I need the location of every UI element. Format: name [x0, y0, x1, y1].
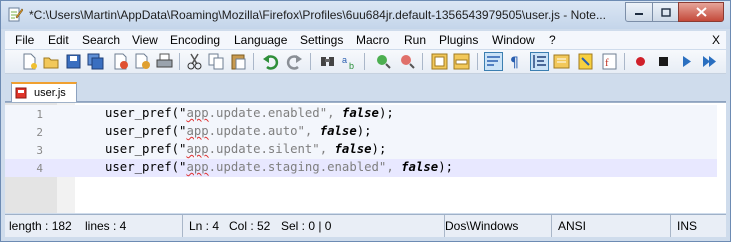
menu-settings[interactable]: Settings: [300, 33, 343, 47]
menu-search[interactable]: Search: [82, 33, 120, 47]
menu-window[interactable]: Window: [492, 33, 535, 47]
print-icon[interactable]: [156, 53, 173, 70]
menu-edit[interactable]: Edit: [48, 33, 69, 47]
current-code-line: 4 user_pref("app.update.staging.enabled"…: [5, 159, 717, 177]
play-macro-icon[interactable]: [678, 53, 695, 70]
code-text: user_pref("app.update.silent", false);: [105, 142, 387, 156]
status-doc-info: length : 182 lines : 4: [5, 215, 183, 237]
status-col: Col : 52: [229, 219, 271, 233]
status-sel: Sel : 0 | 0: [281, 219, 332, 233]
toolbar-separator: [364, 53, 365, 70]
status-encoding[interactable]: ANSI: [552, 215, 671, 237]
toolbar-separator: [422, 53, 423, 70]
copy-icon[interactable]: [208, 53, 225, 70]
menu-bar: File Edit Search View Encoding Language …: [5, 31, 726, 49]
window-controls: [625, 2, 724, 22]
status-lines: lines : 4: [85, 219, 127, 233]
tab-user-js[interactable]: user.js: [11, 82, 77, 103]
code-line: 1 user_pref("app.update.enabled", false)…: [5, 105, 717, 123]
notepad-plus-plus-window: *C:\Users\Martin\AppData\Roaming\Mozilla…: [0, 0, 731, 242]
toolbar-separator: [179, 53, 180, 70]
menu-help[interactable]: ?: [549, 33, 556, 47]
status-eol-format: Dos\Windows: [445, 219, 519, 233]
svg-text:¶: ¶: [510, 55, 519, 70]
word-wrap-icon[interactable]: [484, 52, 503, 71]
zoom-in-icon[interactable]: [375, 53, 392, 70]
cut-icon[interactable]: [186, 53, 203, 70]
window-title: *C:\Users\Martin\AppData\Roaming\Mozilla…: [29, 8, 606, 22]
code-text: user_pref("app.update.enabled", false);: [105, 106, 394, 120]
menu-run[interactable]: Run: [404, 33, 426, 47]
line-number: 4: [36, 162, 43, 175]
close-all-icon[interactable]: [134, 53, 151, 70]
function-list-icon[interactable]: f: [601, 53, 618, 70]
menu-language[interactable]: Language: [234, 33, 287, 47]
toolbar-separator: [624, 53, 625, 70]
toolbar-separator: [477, 53, 478, 70]
status-insert-mode: INS: [677, 219, 698, 233]
save-all-icon[interactable]: [87, 53, 104, 70]
sync-vertical-icon[interactable]: [431, 53, 448, 70]
menu-view[interactable]: View: [132, 33, 158, 47]
undo-icon[interactable]: [262, 53, 279, 70]
tab-strip: user.js: [5, 77, 726, 103]
status-encoding-label: ANSI: [558, 219, 587, 233]
paste-icon[interactable]: [230, 53, 247, 70]
close-window-button[interactable]: [678, 2, 724, 22]
show-all-characters-icon[interactable]: ¶: [507, 53, 524, 70]
status-ln: Ln : 4: [189, 219, 220, 233]
close-file-icon[interactable]: [112, 53, 129, 70]
document-map-icon[interactable]: [577, 53, 594, 70]
status-eol[interactable]: Dos\Windows: [445, 215, 552, 237]
code-line: 2 user_pref("app.update.auto", false);: [5, 123, 717, 141]
code-line: 3 user_pref("app.update.silent", false);: [5, 141, 717, 159]
status-length: length : 182: [9, 219, 72, 233]
minimize-button[interactable]: [625, 2, 653, 22]
redo-icon[interactable]: [286, 53, 303, 70]
svg-text:a: a: [342, 55, 347, 65]
close-icon: [695, 7, 707, 17]
menu-encoding[interactable]: Encoding: [170, 33, 220, 47]
replace-icon[interactable]: ab: [341, 53, 358, 70]
open-file-icon[interactable]: [43, 53, 60, 70]
toolbar: ab ¶ f: [5, 50, 726, 74]
line-number: 3: [36, 144, 43, 157]
new-file-icon[interactable]: [21, 53, 38, 70]
zoom-out-icon[interactable]: [399, 53, 416, 70]
title-bar[interactable]: *C:\Users\Martin\AppData\Roaming\Mozilla…: [1, 1, 730, 29]
tab-label: user.js: [34, 87, 66, 99]
close-document-button[interactable]: X: [712, 33, 720, 47]
modified-file-icon: [15, 87, 27, 99]
notepad-app-icon: [8, 7, 23, 22]
menu-file[interactable]: File: [15, 33, 34, 47]
menu-macro[interactable]: Macro: [356, 33, 389, 47]
svg-text:b: b: [349, 61, 354, 70]
status-cursor-info: Ln : 4 Col : 52 Sel : 0 | 0: [183, 215, 445, 237]
toolbar-separator: [253, 53, 254, 70]
stop-macro-icon[interactable]: [655, 53, 672, 70]
toolbar-separator: [310, 53, 311, 70]
sync-horizontal-icon[interactable]: [453, 53, 470, 70]
minimize-icon: [635, 13, 643, 15]
record-macro-icon[interactable]: [632, 53, 649, 70]
maximize-button[interactable]: [652, 2, 679, 22]
status-mode[interactable]: INS: [671, 215, 726, 237]
menu-plugins[interactable]: Plugins: [439, 33, 478, 47]
code-text: user_pref("app.update.auto", false);: [105, 124, 372, 138]
folder-as-workspace-icon[interactable]: [553, 53, 570, 70]
svg-text:f: f: [605, 57, 609, 69]
editor-area[interactable]: 1 user_pref("app.update.enabled", false)…: [5, 102, 726, 213]
maximize-icon: [660, 7, 671, 17]
indent-guide-icon[interactable]: [530, 52, 549, 71]
save-icon[interactable]: [65, 53, 82, 70]
status-bar: length : 182 lines : 4 Ln : 4 Col : 52 S…: [5, 214, 726, 237]
line-number: 1: [36, 108, 43, 121]
code-text: user_pref("app.update.staging.enabled", …: [105, 160, 453, 174]
run-macro-multiple-icon[interactable]: [701, 53, 718, 70]
line-number: 2: [36, 126, 43, 139]
find-icon[interactable]: [319, 53, 336, 70]
